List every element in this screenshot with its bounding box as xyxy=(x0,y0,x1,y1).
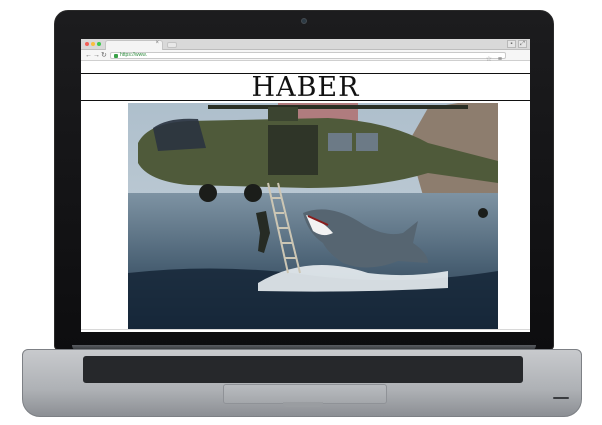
keyboard[interactable] xyxy=(83,356,523,383)
page-divider xyxy=(81,329,530,330)
lid-notch xyxy=(283,402,323,407)
masthead-title: HABER xyxy=(251,72,360,103)
close-window-button[interactable] xyxy=(85,42,89,46)
hero-image[interactable] xyxy=(128,103,498,329)
power-indicator xyxy=(553,397,569,399)
reload-icon[interactable]: ↻ xyxy=(101,51,107,60)
landing-wheel xyxy=(199,184,217,202)
forward-arrow-icon[interactable]: → xyxy=(93,51,100,60)
new-tab-button[interactable] xyxy=(167,42,177,48)
web-page: HABER xyxy=(81,62,530,332)
maximize-window-button[interactable] xyxy=(97,42,101,46)
rotor-blade xyxy=(208,105,468,109)
helicopter-window xyxy=(328,133,352,151)
lock-icon xyxy=(114,54,118,58)
user-icon[interactable]: ▪ xyxy=(507,40,516,48)
trackpad[interactable] xyxy=(223,384,387,404)
helicopter-shark-photo xyxy=(128,103,498,329)
address-bar[interactable]: https://www. ☆ ≡ xyxy=(110,52,506,63)
cockpit-window xyxy=(153,118,206,151)
url-text: https://www. xyxy=(120,52,147,58)
webcam xyxy=(301,18,307,24)
minimize-window-button[interactable] xyxy=(91,42,95,46)
back-arrow-icon[interactable]: ← xyxy=(85,51,92,60)
laptop-lid: × ▪ ⤢ ← → ↻ https://www. ☆ ≡ HABER xyxy=(54,10,554,350)
helicopter-door xyxy=(268,125,318,175)
laptop-photo: × ▪ ⤢ ← → ↻ https://www. ☆ ≡ HABER xyxy=(0,0,602,425)
browser-toolbar: ← → ↻ https://www. ☆ ≡ xyxy=(81,50,530,63)
laptop-base xyxy=(22,349,582,417)
browser-tab[interactable]: × xyxy=(105,40,163,50)
browser-tabbar: × ▪ ⤢ xyxy=(81,39,530,50)
tab-close-icon[interactable]: × xyxy=(155,40,159,46)
masthead: HABER xyxy=(81,73,530,101)
window-resize-icon[interactable]: ⤢ xyxy=(518,40,527,48)
laptop-screen: × ▪ ⤢ ← → ↻ https://www. ☆ ≡ HABER xyxy=(81,39,530,332)
